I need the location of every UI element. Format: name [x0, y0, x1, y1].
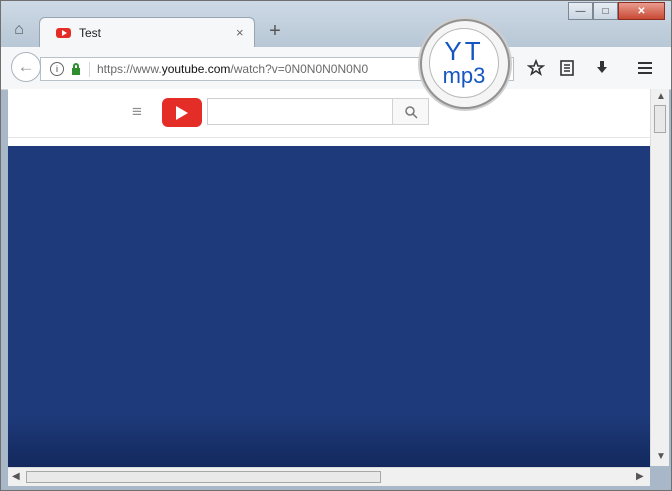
home-icon: ⌂ — [14, 21, 24, 38]
home-button[interactable]: ⌂ — [5, 16, 33, 44]
download-icon — [597, 61, 607, 73]
window-controls: — □ ✕ — [568, 2, 665, 21]
search-button[interactable] — [392, 98, 429, 125]
new-tab-button[interactable]: + — [265, 17, 285, 45]
url-path: /watch?v=0N0N0N0N0N0 — [230, 62, 369, 76]
minimize-button[interactable]: — — [568, 2, 593, 20]
maximize-button[interactable]: □ — [593, 2, 618, 20]
vertical-scrollbar[interactable]: ▲ ▼ — [650, 89, 669, 466]
ytmp3-yt-label: YT — [444, 36, 484, 66]
menu-icon[interactable]: ≡ — [132, 102, 142, 122]
ytmp3-mp3-label: mp3 — [442, 63, 486, 88]
star-icon — [527, 59, 545, 76]
search-icon — [404, 105, 418, 119]
hamburger-icon — [638, 62, 652, 74]
horizontal-scroll-thumb[interactable] — [26, 471, 381, 483]
ytmp3-logo: YT mp3 — [429, 28, 499, 98]
lock-icon — [72, 63, 80, 75]
scroll-up-icon[interactable]: ▲ — [656, 91, 666, 102]
youtube-header: ≡ — [8, 89, 650, 138]
info-icon[interactable]: i — [50, 62, 64, 76]
scroll-left-icon[interactable]: ◀ — [12, 471, 20, 482]
horizontal-scrollbar[interactable]: ◀ ▶ — [8, 467, 650, 486]
title-bar: ⌂ Test × + — □ ✕ — [1, 1, 671, 47]
back-button[interactable]: ← — [11, 52, 41, 82]
tab-title: Test — [79, 26, 102, 40]
vertical-scroll-thumb[interactable] — [654, 105, 666, 133]
scroll-right-icon[interactable]: ▶ — [636, 471, 644, 482]
menu-button[interactable] — [634, 57, 656, 79]
download-button[interactable] — [591, 57, 613, 79]
navigation-toolbar: i https://www.youtube.com/watch?v=0N0N0N… — [1, 47, 671, 90]
back-icon: ← — [17, 57, 35, 76]
url-scheme: https://www. — [97, 62, 162, 76]
url-text[interactable]: https://www.youtube.com/watch?v=0N0N0N0N… — [97, 62, 368, 76]
youtube-logo-icon[interactable] — [162, 98, 202, 127]
video-player[interactable] — [8, 146, 650, 467]
search-input[interactable] — [207, 98, 393, 125]
reader-button[interactable] — [556, 57, 578, 79]
page-content: ≡ — [8, 89, 650, 467]
tab-active[interactable]: Test × — [39, 17, 255, 47]
browser-window: ⌂ Test × + — □ ✕ i https://www.youtube.c… — [0, 0, 672, 491]
url-host: youtube.com — [161, 62, 231, 76]
scroll-down-icon[interactable]: ▼ — [656, 451, 666, 462]
address-separator — [89, 62, 90, 77]
ytmp3-extension-button[interactable]: YT mp3 — [420, 19, 510, 109]
youtube-favicon-icon — [56, 28, 71, 38]
close-window-button[interactable]: ✕ — [618, 2, 665, 20]
bookmark-button[interactable] — [525, 57, 547, 79]
tab-close-icon[interactable]: × — [236, 25, 244, 40]
reader-icon — [560, 60, 574, 76]
